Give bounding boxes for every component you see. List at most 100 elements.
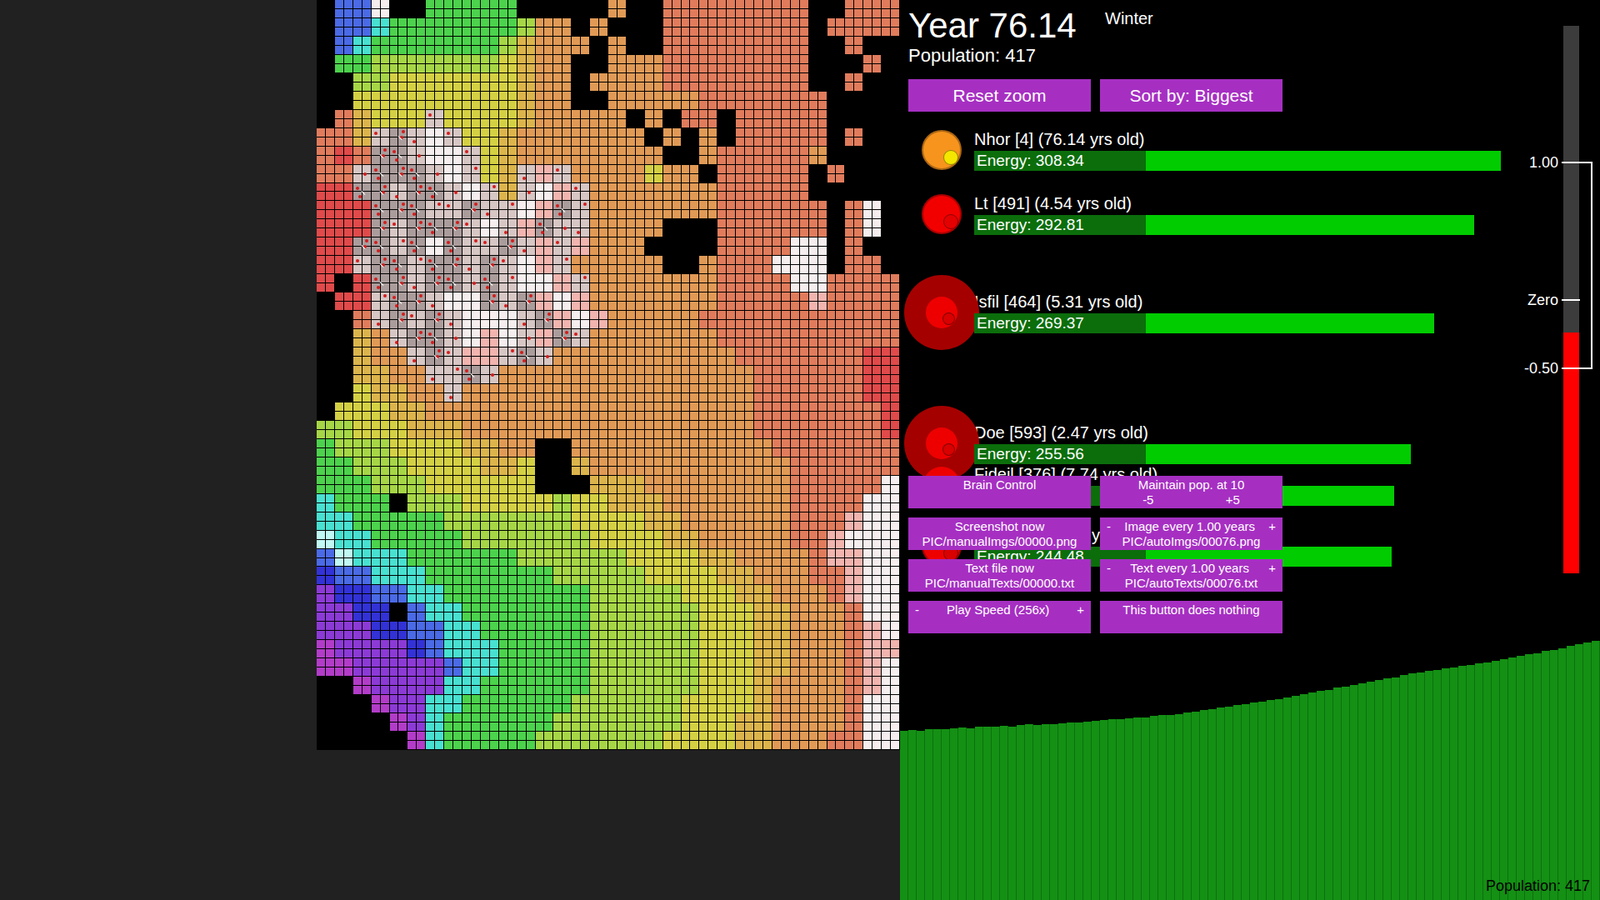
map-tile xyxy=(608,183,617,192)
map-tile xyxy=(416,45,425,55)
map-cell xyxy=(772,200,791,220)
map-tile xyxy=(763,73,772,82)
map-cell xyxy=(590,146,609,165)
map-tile xyxy=(390,183,399,192)
map-cell xyxy=(717,18,736,37)
map-tile xyxy=(599,183,608,192)
map-cell xyxy=(371,165,390,184)
map-tile xyxy=(717,45,726,55)
map-tile xyxy=(471,9,480,18)
map-tile xyxy=(590,73,599,82)
map-cell xyxy=(517,146,536,165)
map-tile xyxy=(708,27,717,36)
map-tile xyxy=(453,200,462,210)
map-cell xyxy=(790,165,810,184)
map-cell xyxy=(699,18,718,37)
map-tile xyxy=(717,9,726,18)
map-cell xyxy=(517,219,536,238)
map-cell xyxy=(462,219,481,238)
map-tile xyxy=(845,228,854,237)
map-tile xyxy=(562,110,571,119)
map-cell xyxy=(809,219,828,238)
map-tile xyxy=(353,0,362,9)
map-tile xyxy=(635,200,645,210)
map-tile xyxy=(672,82,681,91)
map-tile xyxy=(362,200,371,210)
map-tile xyxy=(462,82,471,91)
map-tile xyxy=(490,45,499,55)
map-tile xyxy=(571,110,580,119)
map-tile xyxy=(571,165,580,174)
map-tile xyxy=(453,27,462,36)
map-tile xyxy=(362,228,371,237)
map-tile xyxy=(435,165,444,174)
map-tile xyxy=(617,91,626,100)
map-tile xyxy=(580,237,590,246)
map-tile xyxy=(362,183,371,192)
map-tile xyxy=(726,237,735,246)
map-tile xyxy=(800,27,809,36)
map-tile xyxy=(726,210,735,219)
map-tile xyxy=(508,100,517,110)
map-tile xyxy=(490,36,499,45)
map-tile xyxy=(480,27,490,36)
map-cell xyxy=(699,237,718,256)
map-cell xyxy=(809,18,828,37)
map-tile xyxy=(763,183,772,192)
map-tile xyxy=(790,183,800,192)
map-cell xyxy=(809,200,828,220)
map-tile xyxy=(508,210,517,219)
map-cell xyxy=(444,128,463,147)
map-cell xyxy=(645,55,664,74)
map-tile xyxy=(390,119,399,128)
map-tile xyxy=(863,200,872,210)
map-tile xyxy=(772,210,781,219)
map-tile xyxy=(344,174,353,183)
map-tile xyxy=(754,119,763,128)
map-tile xyxy=(353,155,362,165)
map-tile xyxy=(398,45,407,55)
map-tile xyxy=(590,183,599,192)
map-tile xyxy=(526,27,535,36)
map-tile xyxy=(325,210,335,219)
map-cell xyxy=(425,183,445,202)
map-tile xyxy=(562,191,571,200)
map-tile xyxy=(800,64,809,73)
map-tile xyxy=(480,18,490,27)
map-cell xyxy=(827,165,846,184)
map-tile xyxy=(617,246,626,255)
map-cell xyxy=(571,219,590,238)
map-tile xyxy=(790,237,800,246)
map-tile xyxy=(645,110,654,119)
map-tile xyxy=(681,165,690,174)
map-tile xyxy=(371,18,380,27)
map-tile xyxy=(390,18,399,27)
map-tile xyxy=(699,146,708,155)
world-map[interactable] xyxy=(316,0,900,750)
map-tile xyxy=(590,165,599,174)
map-tile xyxy=(754,155,763,165)
map-tile xyxy=(325,255,335,265)
map-tile xyxy=(526,18,535,27)
map-tile xyxy=(745,9,754,18)
map-tile xyxy=(499,55,508,64)
map-cell xyxy=(845,237,864,256)
map-cell xyxy=(827,200,846,220)
map-tile xyxy=(344,219,353,228)
map-tile xyxy=(517,55,526,64)
map-tile xyxy=(735,155,745,165)
map-tile xyxy=(608,110,617,119)
map-tile xyxy=(809,246,818,255)
map-cell xyxy=(535,73,555,92)
map-tile xyxy=(745,36,754,45)
map-tile xyxy=(845,210,854,219)
map-tile xyxy=(335,200,344,210)
map-tile xyxy=(444,146,453,155)
map-tile xyxy=(626,183,635,192)
map-tile xyxy=(471,82,480,91)
map-tile xyxy=(499,219,508,228)
map-cell xyxy=(462,36,481,55)
map-tile xyxy=(390,55,399,64)
map-cell xyxy=(881,237,900,256)
map-tile xyxy=(626,191,635,200)
